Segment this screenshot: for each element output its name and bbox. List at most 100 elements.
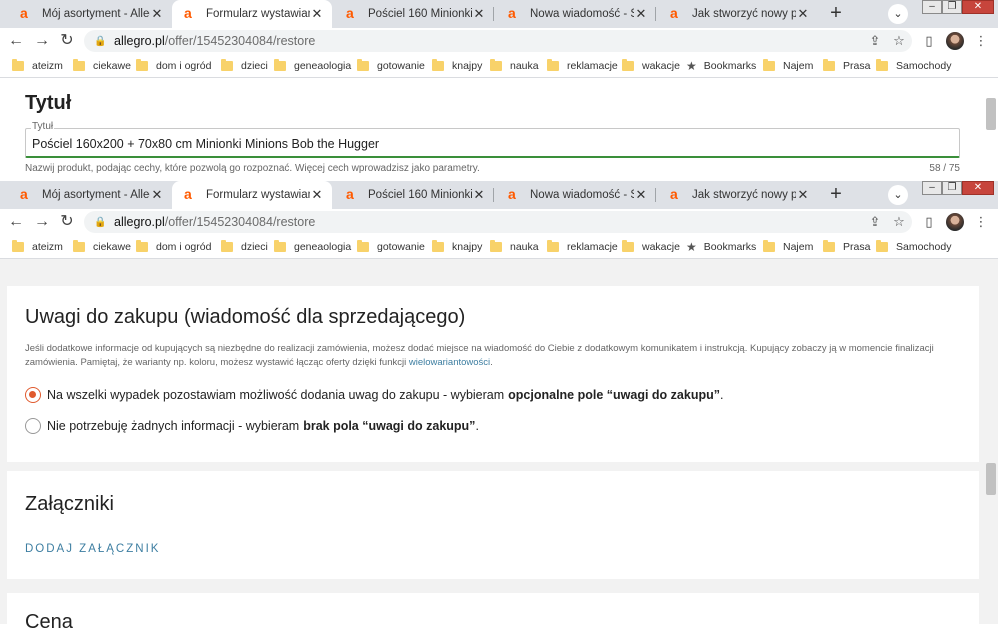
allegro-favicon-icon: a: [346, 5, 354, 21]
add-attachment-button[interactable]: DODAJ ZAŁĄCZNIK: [25, 543, 160, 555]
radio-selected-icon[interactable]: [25, 387, 41, 403]
char-counter: 58 / 75: [929, 163, 960, 174]
tab-posciel[interactable]: a Pościel 160 Minionki - Nisk ✕: [334, 0, 494, 28]
menu-kebab-icon[interactable]: ⋮: [972, 32, 990, 50]
tab-formularz[interactable]: a Formularz wystawiania ✕: [172, 0, 332, 28]
title-input[interactable]: Tytuł Pościel 160x200 + 70x80 cm Minionk…: [25, 121, 960, 158]
window-close-icon[interactable]: ✕: [962, 0, 994, 14]
close-icon[interactable]: ✕: [310, 7, 324, 21]
menu-kebab-icon[interactable]: ⋮: [972, 213, 990, 231]
bookmark-star-icon[interactable]: ☆: [890, 32, 908, 50]
bookmark-item[interactable]: knajpy: [432, 58, 482, 74]
window-close-icon[interactable]: ✕: [962, 181, 994, 195]
tab-search-icon[interactable]: ⌄: [888, 4, 908, 24]
scrollbar-thumb[interactable]: [986, 463, 996, 495]
close-icon[interactable]: ✕: [472, 188, 486, 202]
bookmark-item[interactable]: knajpy: [432, 239, 482, 255]
bookmark-item[interactable]: nauka: [490, 58, 539, 74]
tab-posciel[interactable]: a Pościel 160 Minionki - Nisk ✕: [334, 181, 494, 209]
restore-icon[interactable]: ❐: [942, 181, 962, 195]
option-no-notes[interactable]: Nie potrzebuję żadnych informacji - wybi…: [25, 418, 479, 434]
bookmark-item[interactable]: ★ Bookmarks: [686, 58, 756, 74]
bookmark-item[interactable]: ★ Bookmarks: [686, 239, 756, 255]
forward-icon[interactable]: →: [32, 31, 52, 51]
bookmark-item[interactable]: Samochody: [876, 58, 951, 74]
tab-nowa-wiadomosc[interactable]: a Nowa wiadomość - Społecz ✕: [496, 0, 656, 28]
side-panel-icon[interactable]: ▯: [920, 32, 938, 50]
profile-avatar[interactable]: [946, 213, 964, 231]
bookmark-item[interactable]: geneaologia: [274, 239, 351, 255]
bookmark-item[interactable]: Prasa: [823, 58, 870, 74]
allegro-favicon-icon: a: [20, 186, 28, 202]
tab-jak-stworzyc[interactable]: a Jak stworzyć nowy produkt ✕: [658, 0, 818, 28]
bookmark-item[interactable]: dzieci: [221, 58, 268, 74]
bookmark-item[interactable]: Samochody: [876, 239, 951, 255]
title-input-value[interactable]: Pościel 160x200 + 70x80 cm Minionki Mini…: [32, 137, 379, 151]
bookmarks-bar: ateizm ciekawe dom i ogród dzieci geneaologi…: [0, 54, 998, 78]
tab-jak-stworzyc[interactable]: a Jak stworzyć nowy produkt ✕: [658, 181, 818, 209]
close-icon[interactable]: ✕: [634, 188, 648, 202]
radio-unselected-icon[interactable]: [25, 418, 41, 434]
bookmark-item[interactable]: ateizm: [12, 239, 63, 255]
bookmark-star-icon[interactable]: ☆: [890, 213, 908, 231]
multivariant-link[interactable]: wielowariantowości: [409, 357, 490, 368]
folder-icon: [622, 59, 634, 71]
back-icon[interactable]: ←: [6, 212, 26, 232]
close-icon[interactable]: ✕: [472, 7, 486, 21]
tab-moj-asortyment[interactable]: a Mój asortyment - Allegro ✕: [8, 0, 172, 28]
bookmark-item[interactable]: gotowanie: [357, 58, 425, 74]
tab-nowa-wiadomosc[interactable]: a Nowa wiadomość - Społecz ✕: [496, 181, 656, 209]
close-icon[interactable]: ✕: [310, 188, 324, 202]
bookmark-item[interactable]: Najem: [763, 239, 813, 255]
bookmark-item[interactable]: ciekawe: [73, 58, 131, 74]
close-icon[interactable]: ✕: [150, 7, 164, 21]
tab-formularz[interactable]: a Formularz wystawiania ✕: [172, 181, 332, 209]
minimize-icon[interactable]: –: [922, 181, 942, 195]
bookmark-item[interactable]: dom i ogród: [136, 239, 211, 255]
share-icon[interactable]: ⇪: [866, 213, 884, 231]
tab-search-icon[interactable]: ⌄: [888, 185, 908, 205]
side-panel-icon[interactable]: ▯: [920, 213, 938, 231]
bookmark-item[interactable]: wakacje: [622, 58, 680, 74]
bookmark-item[interactable]: dzieci: [221, 239, 268, 255]
folder-icon: [274, 59, 286, 71]
star-icon: ★: [686, 59, 697, 73]
folder-icon: [357, 59, 369, 71]
bookmark-item[interactable]: Najem: [763, 58, 813, 74]
bookmark-item[interactable]: reklamacje: [547, 58, 618, 74]
new-tab-icon[interactable]: +: [826, 184, 846, 205]
option-optional-notes[interactable]: Na wszelki wypadek pozostawiam możliwość…: [25, 387, 723, 403]
scrollbar-thumb[interactable]: [986, 98, 996, 130]
address-bar[interactable]: 🔒 allegro.pl/offer/15452304084/restore: [84, 211, 912, 233]
folder-icon: [432, 59, 444, 71]
profile-avatar[interactable]: [946, 32, 964, 50]
bookmark-item[interactable]: reklamacje: [547, 239, 618, 255]
close-icon[interactable]: ✕: [634, 7, 648, 21]
close-icon[interactable]: ✕: [150, 188, 164, 202]
allegro-favicon-icon: a: [184, 186, 192, 202]
share-icon[interactable]: ⇪: [866, 32, 884, 50]
bookmark-item[interactable]: Prasa: [823, 239, 870, 255]
address-bar[interactable]: 🔒 allegro.pl/offer/15452304084/restore: [84, 30, 912, 52]
folder-icon: [490, 240, 502, 252]
folder-icon: [547, 59, 559, 71]
close-icon[interactable]: ✕: [796, 7, 810, 21]
forward-icon[interactable]: →: [32, 212, 52, 232]
bookmark-item[interactable]: wakacje: [622, 239, 680, 255]
bookmark-item[interactable]: nauka: [490, 239, 539, 255]
minimize-icon[interactable]: –: [922, 0, 942, 14]
back-icon[interactable]: ←: [6, 31, 26, 51]
bookmark-item[interactable]: dom i ogród: [136, 58, 211, 74]
restore-icon[interactable]: ❐: [942, 0, 962, 14]
bookmark-item[interactable]: ciekawe: [73, 239, 131, 255]
folder-icon: [547, 240, 559, 252]
close-icon[interactable]: ✕: [796, 188, 810, 202]
reload-icon[interactable]: ↻: [57, 212, 77, 232]
bookmark-item[interactable]: ateizm: [12, 58, 63, 74]
bookmark-item[interactable]: gotowanie: [357, 239, 425, 255]
new-tab-icon[interactable]: +: [826, 3, 846, 24]
reload-icon[interactable]: ↻: [57, 31, 77, 51]
tab-moj-asortyment[interactable]: a Mój asortyment - Allegro ✕: [8, 181, 172, 209]
bookmark-item[interactable]: geneaologia: [274, 58, 351, 74]
browser-window-top: a Mój asortyment - Allegro ✕ a Formularz…: [0, 0, 998, 181]
